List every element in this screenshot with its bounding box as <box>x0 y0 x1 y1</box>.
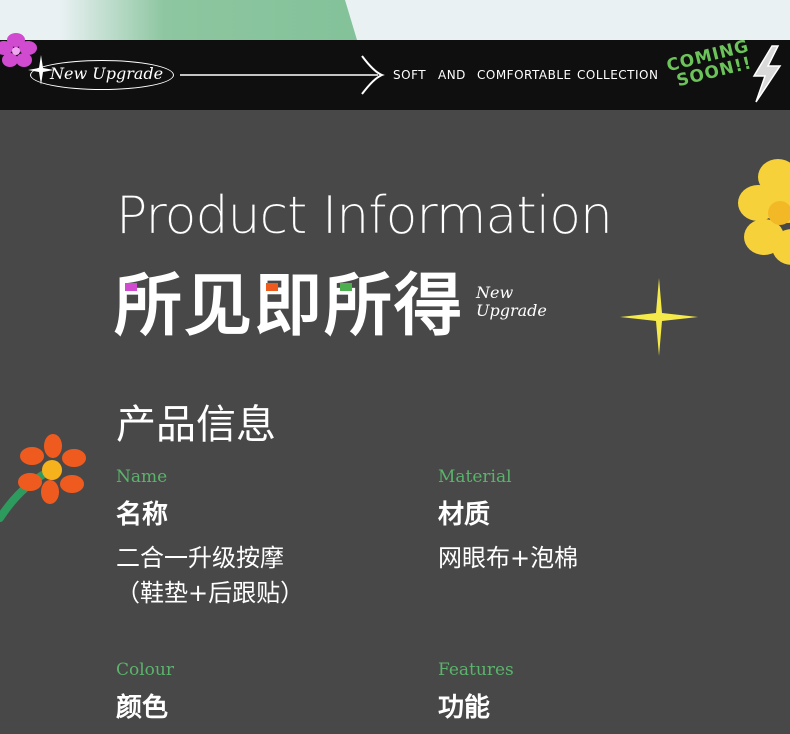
accent-mark-green <box>340 283 352 291</box>
tagline-word: COMFORTABLE <box>477 68 572 82</box>
field-label-zh: 材质 <box>438 500 491 530</box>
field-label-zh: 颜色 <box>116 693 169 723</box>
accent-mark-orange <box>266 283 278 291</box>
section-title: 产品信息 <box>116 402 276 448</box>
lightning-bolt-icon <box>752 45 782 103</box>
accent-mark-pink <box>125 283 137 291</box>
field-label-en: Features <box>438 660 514 680</box>
green-shape <box>60 0 360 40</box>
tagline-word: AND <box>438 68 466 82</box>
heading-english: Product Information <box>116 186 613 246</box>
yellow-sparkle-icon <box>620 278 698 356</box>
field-label-en: Colour <box>116 660 174 680</box>
long-arrow-icon <box>180 55 385 95</box>
heading-subtitle-line: Upgrade <box>476 301 547 320</box>
field-value: 二合一升级按摩 <box>116 544 284 572</box>
top-image-strip <box>0 0 790 40</box>
heading-subtitle: New Upgrade <box>476 284 547 320</box>
heading-subtitle-line: New <box>476 283 514 302</box>
new-upgrade-badge-text: New Upgrade <box>50 64 164 83</box>
tagline-word: COLLECTION <box>577 68 659 82</box>
field-label-zh: 名称 <box>116 500 169 530</box>
yellow-flower-icon <box>738 159 790 265</box>
orange-flower-icon <box>0 434 86 522</box>
tagline-word: SOFT <box>393 68 427 82</box>
field-label-zh: 功能 <box>438 693 491 723</box>
field-value: 网眼布+泡棉 <box>438 544 579 572</box>
heading-chinese: 所见即所得 <box>114 267 465 346</box>
field-value: （鞋垫+后跟贴） <box>116 579 305 607</box>
field-label-en: Material <box>438 467 512 487</box>
field-label-en: Name <box>116 467 168 487</box>
